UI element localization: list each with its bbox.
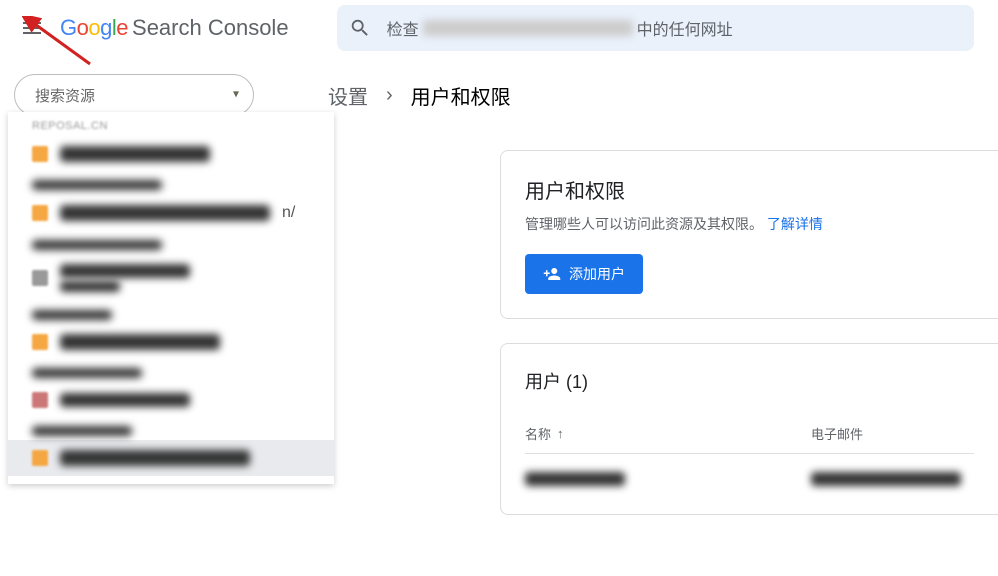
menu-icon <box>20 16 44 40</box>
add-user-button[interactable]: 添加用户 <box>525 254 643 294</box>
brand-suffix: Search Console <box>132 15 289 41</box>
permissions-title: 用户和权限 <box>525 175 974 204</box>
users-title: 用户 (1) <box>525 368 974 394</box>
property-search-placeholder: 搜索资源 <box>35 85 95 106</box>
search-icon <box>349 17 371 39</box>
dropdown-group-label <box>8 302 334 324</box>
chevron-down-icon: ▾ <box>233 87 239 101</box>
breadcrumb-parent[interactable]: 设置 <box>328 81 368 110</box>
google-logo: Google <box>60 15 128 41</box>
brand-logo: Google Search Console <box>60 15 289 41</box>
property-item[interactable]: n/ <box>8 194 334 232</box>
property-dropdown[interactable]: REPOSAL.CN n/ <box>8 112 334 484</box>
permissions-card: 用户和权限 管理哪些人可以访问此资源及其权限。 了解详情 添加用户 <box>500 150 998 319</box>
chevron-right-icon: › <box>386 84 393 107</box>
users-table-header: 名称 ↑ 电子邮件 <box>525 424 974 454</box>
property-item[interactable] <box>8 254 334 302</box>
sort-up-icon: ↑ <box>557 426 564 441</box>
col-name-header[interactable]: 名称 ↑ <box>525 424 811 443</box>
property-item[interactable] <box>8 324 334 360</box>
dropdown-group-label <box>8 232 334 254</box>
users-card: 用户 (1) 名称 ↑ 电子邮件 <box>500 343 998 515</box>
permissions-subtitle: 管理哪些人可以访问此资源及其权限。 了解详情 <box>525 214 974 234</box>
url-inspect-input[interactable]: 检查 中的任何网址 <box>337 5 974 51</box>
hamburger-menu-button[interactable] <box>8 4 56 52</box>
breadcrumb-current: 用户和权限 <box>411 81 511 110</box>
user-row[interactable] <box>525 454 974 504</box>
breadcrumb: 设置 › 用户和权限 <box>328 81 511 110</box>
learn-more-link[interactable]: 了解详情 <box>767 216 823 232</box>
property-item[interactable] <box>8 136 334 172</box>
dropdown-group-label <box>8 418 334 440</box>
property-item-selected[interactable] <box>8 440 334 476</box>
add-user-icon <box>543 265 561 283</box>
dropdown-group-label: REPOSAL.CN <box>8 112 334 136</box>
property-item[interactable] <box>8 382 334 418</box>
col-email-header[interactable]: 电子邮件 <box>811 424 863 443</box>
dropdown-group-label <box>8 360 334 382</box>
property-search-input[interactable]: 搜索资源 ▾ <box>14 74 254 116</box>
add-user-label: 添加用户 <box>569 264 625 284</box>
dropdown-group-label <box>8 172 334 194</box>
url-inspect-text: 检查 中的任何网址 <box>387 16 733 40</box>
